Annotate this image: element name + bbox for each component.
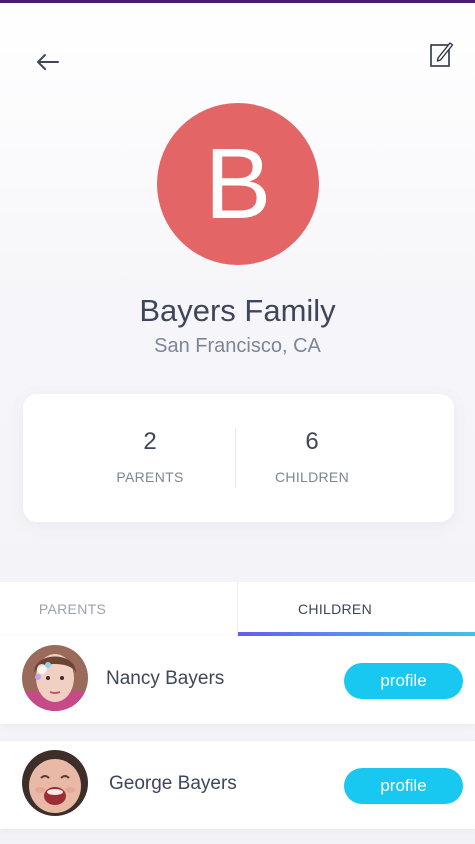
family-location: San Francisco, CA bbox=[154, 335, 321, 357]
tab-children[interactable]: CHILDREN bbox=[238, 582, 432, 636]
family-avatar: B bbox=[157, 103, 319, 265]
parents-stat-label: PARENTS bbox=[116, 469, 184, 485]
profile-button[interactable]: profile bbox=[344, 663, 463, 699]
stats-card: 2 PARENTS 6 CHILDREN bbox=[23, 394, 454, 522]
family-name: Bayers Family bbox=[139, 293, 336, 328]
child-row: Nancy Bayers profile bbox=[0, 636, 475, 724]
tab-bar: PARENTS CHILDREN bbox=[0, 582, 475, 636]
family-initial: B bbox=[204, 128, 272, 240]
child-name: Nancy Bayers bbox=[106, 668, 225, 689]
top-accent-bar bbox=[0, 0, 475, 3]
children-count: 6 bbox=[305, 428, 319, 455]
profile-button[interactable]: profile bbox=[344, 768, 463, 804]
child-avatar bbox=[22, 645, 88, 711]
tab-parents[interactable]: PARENTS bbox=[0, 582, 145, 636]
edit-icon bbox=[430, 42, 454, 67]
child-avatar bbox=[22, 750, 88, 816]
child-row: George Bayers profile bbox=[0, 741, 475, 829]
parents-count: 2 bbox=[143, 428, 157, 455]
edit-button[interactable] bbox=[426, 40, 456, 70]
arrow-left-icon bbox=[37, 54, 59, 70]
stats-divider bbox=[235, 428, 236, 488]
children-stat-label: CHILDREN bbox=[275, 469, 349, 485]
child-name: George Bayers bbox=[109, 773, 237, 794]
back-button[interactable] bbox=[30, 46, 64, 80]
